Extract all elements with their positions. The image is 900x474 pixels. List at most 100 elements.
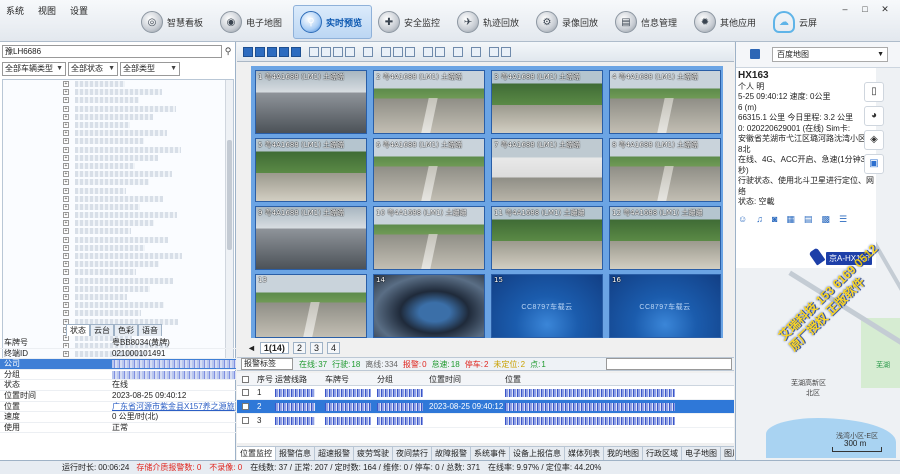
intercom-icon[interactable]: [489, 46, 499, 57]
tree-node[interactable]: +: [3, 170, 233, 178]
info-row[interactable]: 终端ID 021000101491: [0, 349, 236, 360]
list-icon[interactable]: ☰: [839, 214, 847, 225]
video-cell[interactable]: 3 粤4A1688 (LM1) 土蹦蹦: [491, 70, 603, 134]
info-row[interactable]: 位置时间 2023-08-25 09:40:12: [0, 391, 236, 402]
tree-node[interactable]: +: [3, 244, 233, 252]
tree-node[interactable]: +: [3, 252, 233, 260]
video-cell[interactable]: 5 粤4A1688 (LM1) 土蹦蹦: [255, 138, 367, 202]
expand-icon[interactable]: +: [63, 179, 69, 186]
mute-icon[interactable]: [405, 46, 415, 57]
expand-icon[interactable]: +: [63, 97, 69, 104]
expand-icon[interactable]: +: [63, 171, 69, 178]
bottom-tab[interactable]: 故障报警: [432, 447, 471, 460]
menu-view[interactable]: 视图: [38, 4, 56, 17]
table-row[interactable]: 3: [237, 414, 734, 428]
column-header[interactable]: [237, 373, 257, 385]
column-header[interactable]: 运营线路: [275, 373, 325, 385]
video-cell[interactable]: 8 粤4A1688 (LM1) 土蹦蹦: [609, 138, 721, 202]
module-info[interactable]: ▤ 信息管理: [609, 5, 688, 39]
close-button[interactable]: ✕: [876, 3, 894, 16]
expand-icon[interactable]: +: [63, 81, 69, 88]
tree-node[interactable]: +: [3, 162, 233, 170]
expand-icon[interactable]: +: [63, 162, 69, 169]
bottom-tab[interactable]: 系统事件: [471, 447, 510, 460]
expand-icon[interactable]: +: [63, 220, 69, 227]
tree-node[interactable]: +: [3, 96, 233, 104]
expand-icon[interactable]: +: [63, 89, 69, 96]
stop-icon[interactable]: [435, 46, 445, 57]
module-shield[interactable]: ✚ 安全监控: [372, 5, 451, 39]
save-icon[interactable]: [750, 49, 760, 59]
expand-icon[interactable]: +: [63, 293, 69, 300]
menu-settings[interactable]: 设置: [70, 4, 88, 17]
expand-icon[interactable]: +: [63, 310, 69, 317]
module-cloud[interactable]: ☁ 云屏: [767, 5, 846, 39]
user-icon[interactable]: ☺: [738, 214, 747, 225]
type-select[interactable]: 全部类型 ▼: [120, 62, 180, 76]
column-header[interactable]: 位置: [505, 373, 734, 385]
tree-node[interactable]: +: [3, 195, 233, 203]
video-cell[interactable]: 1 粤4A1688 (LM1) 土蹦蹦: [255, 70, 367, 134]
search-icon[interactable]: ⚲: [222, 45, 234, 58]
page-tab[interactable]: 3: [309, 342, 323, 354]
row-checkbox[interactable]: [242, 417, 249, 425]
play-icon[interactable]: [423, 46, 433, 57]
stats-search-input[interactable]: [606, 358, 732, 370]
layout-custom-icon[interactable]: [291, 46, 301, 57]
expand-icon[interactable]: +: [63, 154, 69, 161]
expand-icon[interactable]: +: [63, 195, 69, 202]
satellite-icon[interactable]: ◕: [864, 106, 884, 126]
bottom-tab[interactable]: 电子地图: [682, 447, 721, 460]
bottom-tab[interactable]: 图片预览: [721, 447, 734, 460]
column-header[interactable]: 位置时间: [429, 373, 505, 385]
info-tab[interactable]: 语音: [138, 324, 162, 336]
module-track[interactable]: ✈ 轨迹回放: [451, 5, 530, 39]
expand-icon[interactable]: +: [63, 187, 69, 194]
expand-icon[interactable]: +: [63, 302, 69, 309]
map-canvas[interactable]: 芜湖高新区 北区 浅湾小区-E区 芜湖 HX163 个人 明 5-25 09:40…: [736, 68, 900, 460]
module-search[interactable]: ⚲ 实时预览: [293, 5, 372, 39]
map-provider-select[interactable]: 百度地图 ▼: [772, 47, 888, 62]
table-row[interactable]: 1: [237, 386, 734, 400]
row-checkbox[interactable]: [242, 403, 249, 411]
tree-node[interactable]: +: [3, 277, 233, 285]
table-row[interactable]: 2 2023-08-25 09:40:12: [237, 400, 734, 414]
bottom-tab[interactable]: 媒体列表: [565, 447, 604, 460]
expand-icon[interactable]: +: [63, 138, 69, 145]
expand-icon[interactable]: +: [63, 146, 69, 153]
info-tab[interactable]: 色彩: [114, 324, 138, 336]
page-tab[interactable]: 1(14): [259, 342, 289, 354]
tree-node[interactable]: +: [3, 203, 233, 211]
page-tab[interactable]: 2: [292, 342, 306, 354]
tree-node[interactable]: +: [3, 268, 233, 276]
video-cell[interactable]: 4 粤4A1688 (LM1) 土蹦蹦: [609, 70, 721, 134]
prev-page-icon[interactable]: ◄: [247, 343, 256, 353]
tree-node[interactable]: +: [3, 154, 233, 162]
image-icon[interactable]: ▦: [786, 214, 795, 225]
column-header[interactable]: 序号: [257, 373, 275, 385]
alarm-tag-select[interactable]: 报警标签: [241, 358, 293, 370]
module-dashboard[interactable]: ◎ 智慧看板: [135, 5, 214, 39]
info-row[interactable]: 公司: [0, 359, 236, 370]
tree-node[interactable]: +: [3, 301, 233, 309]
bottom-tab[interactable]: 夜间禁行: [393, 447, 432, 460]
traffic-icon[interactable]: ▯: [864, 82, 884, 102]
expand-icon[interactable]: +: [63, 105, 69, 112]
scroll-thumb[interactable]: [227, 140, 232, 250]
tree-node[interactable]: +: [3, 129, 233, 137]
tree-node[interactable]: +: [3, 309, 233, 317]
bottom-tab[interactable]: 位置监控: [237, 447, 276, 460]
layout-16-icon[interactable]: [279, 46, 289, 57]
page-tab[interactable]: 4: [326, 342, 340, 354]
tree-node[interactable]: +: [3, 121, 233, 129]
stat-item[interactable]: 在线:37: [299, 359, 327, 370]
stat-item[interactable]: 点:1: [530, 359, 546, 370]
minimize-button[interactable]: –: [836, 3, 854, 16]
module-apps[interactable]: ✹ 其他应用: [688, 5, 767, 39]
camera-icon[interactable]: [393, 46, 403, 57]
video-cell[interactable]: 6 粤4A1688 (LM1) 土蹦蹦: [373, 138, 485, 202]
tree-node[interactable]: +: [3, 211, 233, 219]
settings-icon[interactable]: [501, 46, 511, 57]
column-header[interactable]: 车牌号: [325, 373, 377, 385]
info-row[interactable]: 状态 在线: [0, 380, 236, 391]
